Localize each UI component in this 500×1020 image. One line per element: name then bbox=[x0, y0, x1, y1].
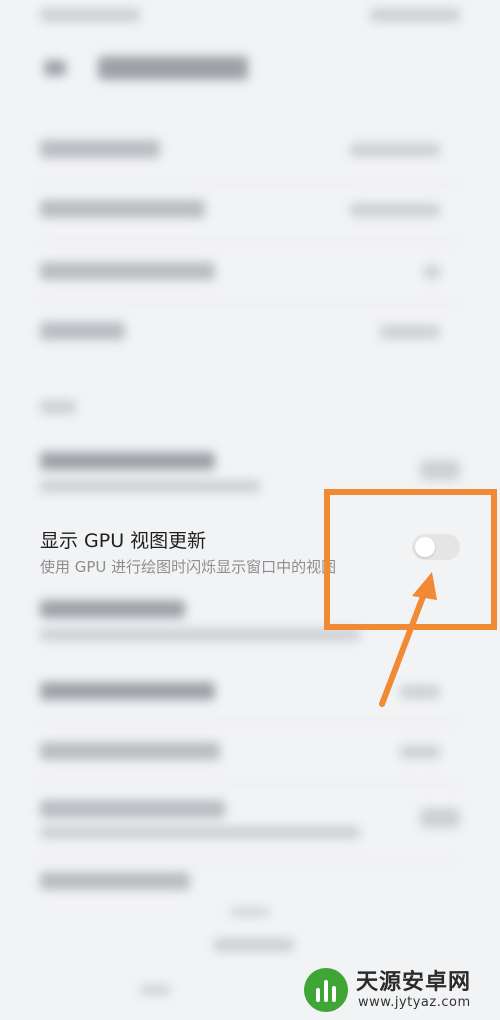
watermark: 天源安卓网 www.jytyaz.com bbox=[300, 962, 496, 1016]
android-logo-icon bbox=[304, 968, 348, 1012]
watermark-site-name: 天源安卓网 bbox=[356, 970, 472, 995]
watermark-url: www.jytyaz.com bbox=[358, 995, 471, 1010]
pointer-arrow-icon bbox=[379, 572, 437, 707]
